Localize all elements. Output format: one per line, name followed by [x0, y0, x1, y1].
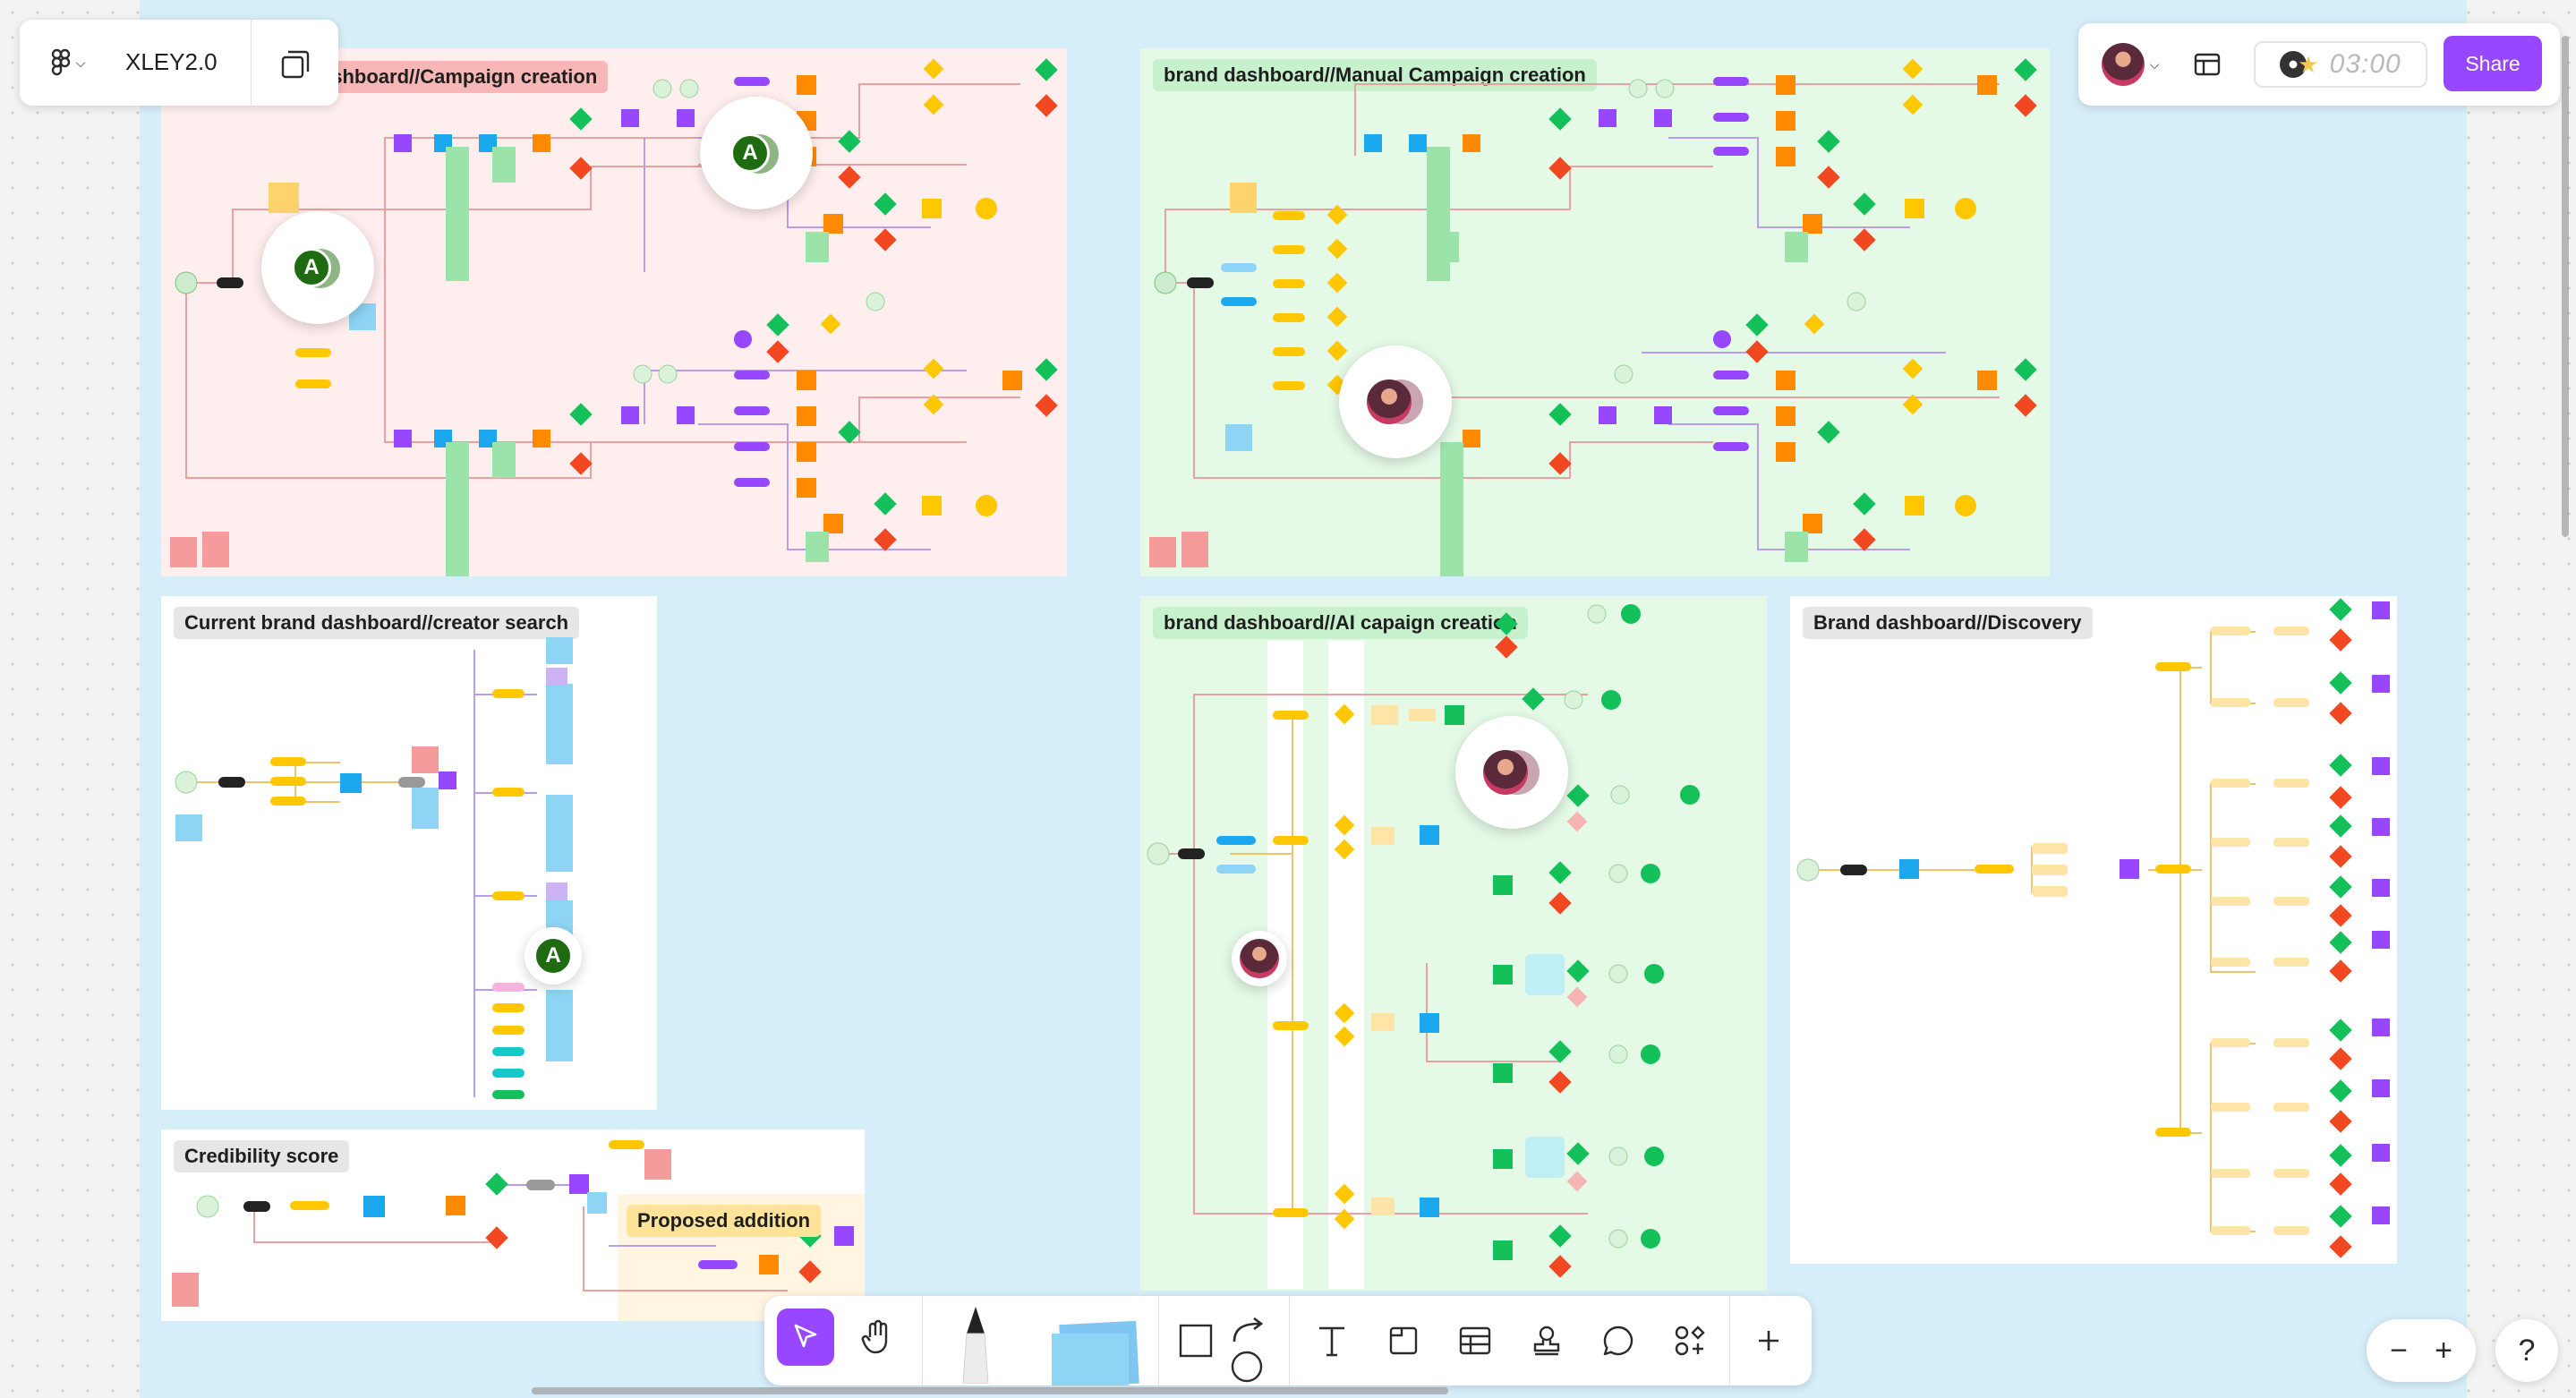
pen-icon	[962, 1307, 989, 1384]
section-creator-search[interactable]: Current brand dashboard//creator search …	[161, 596, 657, 1110]
collaborator-cursor	[1339, 345, 1452, 458]
section-ai-campaign[interactable]: brand dashboard//AI capaign creation	[1140, 596, 1767, 1291]
hand-icon	[861, 1319, 888, 1354]
flowchart	[1147, 604, 1700, 1289]
help-button[interactable]: ?	[2495, 1319, 2558, 1382]
section-credibility-score[interactable]: Credibility score Proposed addition	[161, 1129, 865, 1321]
bottom-toolbar	[764, 1296, 1812, 1385]
layout-icon	[2194, 53, 2221, 76]
chevron-down-icon: ⌵	[2149, 56, 2160, 72]
more-tools-button[interactable]	[1742, 1312, 1796, 1369]
text-tool-button[interactable]	[1305, 1312, 1359, 1369]
move-tool-button[interactable]	[777, 1308, 834, 1366]
plus-icon	[1759, 1331, 1778, 1351]
share-button[interactable]: Share	[2444, 36, 2542, 91]
figma-logo-icon	[51, 48, 70, 76]
table-icon	[1459, 1326, 1491, 1355]
collaborator-cursor: A	[525, 927, 582, 985]
collaborator-cursor	[1232, 931, 1287, 986]
flowchart	[175, 637, 573, 1099]
hand-tool-button[interactable]	[849, 1308, 906, 1366]
chevron-down-icon: ⌵	[75, 55, 86, 70]
select-icon	[794, 1324, 817, 1348]
connector-icon	[1231, 1317, 1264, 1383]
collaborator-cursor: A	[700, 97, 813, 209]
stamp-tool-button[interactable]	[1520, 1312, 1574, 1369]
avatar	[2101, 43, 2145, 86]
section-icon	[1389, 1326, 1418, 1355]
user-photo-avatar	[1367, 379, 1412, 424]
shape-icon	[1179, 1324, 1213, 1358]
comment-tool-button[interactable]	[1591, 1312, 1645, 1369]
widgets-icon	[1675, 1326, 1705, 1356]
shape-tool-button[interactable]	[1169, 1312, 1223, 1369]
timer-widget[interactable]: ★ 03:00	[2254, 41, 2427, 88]
avatar-letter: A	[292, 248, 331, 287]
stamp-icon	[1533, 1326, 1560, 1356]
file-name[interactable]: XLEY2.0	[125, 48, 218, 76]
section-manual-campaign[interactable]: brand dashboard//Manual Campaign creatio…	[1140, 48, 2050, 576]
sticky-note-button[interactable]	[1042, 1314, 1149, 1385]
widgets-button[interactable]	[1663, 1312, 1717, 1369]
connector-tool-button[interactable]	[1221, 1308, 1275, 1385]
user-photo-avatar	[1240, 939, 1279, 978]
flowchart	[1796, 598, 2390, 1258]
zoom-controls: − +	[2367, 1319, 2476, 1382]
section-tool-button[interactable]	[1377, 1312, 1430, 1369]
user-photo-avatar	[1483, 750, 1528, 795]
star-icon: ★	[2298, 50, 2319, 78]
horizontal-scrollbar[interactable]	[532, 1387, 1448, 1394]
vertical-scrollbar[interactable]	[2562, 36, 2569, 537]
timer-value: 03:00	[2329, 49, 2401, 79]
zoom-in-button[interactable]: +	[2424, 1328, 2463, 1373]
avatar-letter: A	[730, 133, 770, 173]
sticky-note-icon	[1052, 1320, 1139, 1385]
collaborator-cursor	[1455, 716, 1568, 829]
top-right-panel: ⌵ ★ 03:00 Share	[2078, 23, 2560, 106]
section-campaign-creation[interactable]: ashboard//Campaign creation A A	[161, 48, 1067, 576]
text-icon	[1319, 1326, 1344, 1357]
section-discovery[interactable]: Brand dashboard//Discovery	[1790, 596, 2397, 1264]
table-tool-button[interactable]	[1448, 1312, 1502, 1369]
user-menu-button[interactable]: ⌵	[2096, 41, 2164, 88]
file-header-panel: ⌵ XLEY2.0	[20, 20, 338, 106]
layout-toggle-button[interactable]	[2188, 45, 2227, 84]
pages-button[interactable]	[276, 45, 315, 84]
zoom-out-button[interactable]: −	[2379, 1328, 2418, 1373]
pages-icon	[281, 50, 310, 79]
main-menu-button[interactable]: ⌵	[39, 45, 97, 81]
comment-icon	[1603, 1326, 1633, 1356]
avatar-letter: A	[533, 936, 573, 976]
flowchart	[1149, 58, 2037, 576]
collaborator-cursor: A	[261, 211, 374, 324]
proposed-addition-label[interactable]: Proposed addition	[627, 1205, 822, 1237]
pen-tool-button[interactable]	[940, 1301, 1011, 1385]
